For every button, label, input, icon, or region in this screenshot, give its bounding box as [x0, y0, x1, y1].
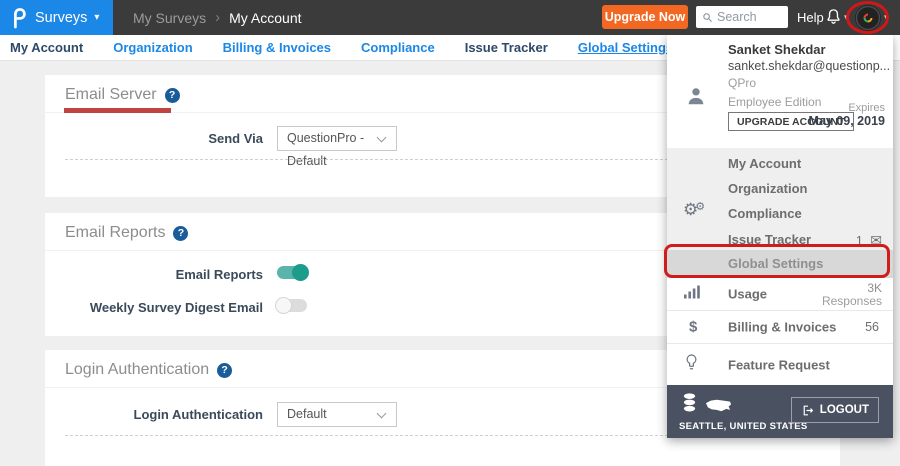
- usage-unit: Responses: [822, 294, 882, 308]
- tab-global-settings[interactable]: Global Settings: [578, 40, 673, 55]
- login-auth-heading: Login Authentication ?: [65, 361, 232, 379]
- billing-count: 56: [865, 320, 879, 334]
- tab-billing-invoices[interactable]: Billing & Invoices: [223, 40, 331, 55]
- usage-row[interactable]: Usage 3K Responses: [667, 278, 893, 311]
- email-server-heading: Email Server ?: [65, 86, 180, 104]
- gears-icon: ⚙⚙: [683, 200, 705, 220]
- weekly-digest-toggle-label: Weekly Survey Digest Email: [45, 300, 263, 315]
- help-question-icon[interactable]: ?: [217, 363, 232, 378]
- top-header: Surveys ▾ My Surveys › My Account Upgrad…: [0, 0, 900, 35]
- search-input[interactable]: [717, 10, 781, 24]
- send-via-select[interactable]: QuestionPro - Default: [277, 126, 397, 151]
- tab-organization[interactable]: Organization: [113, 40, 192, 55]
- logout-icon: [801, 404, 814, 417]
- breadcrumb-current: My Account: [229, 10, 301, 26]
- notifications-bell-icon[interactable]: [824, 7, 843, 32]
- user-avatar[interactable]: [855, 5, 881, 31]
- bar-chart-icon: [684, 285, 700, 304]
- breadcrumb: My Surveys › My Account: [133, 0, 302, 35]
- panel-footer: SEATTLE, UNITED STATES LOGOUT: [667, 385, 893, 438]
- search-box[interactable]: [696, 6, 788, 28]
- tab-issue-tracker[interactable]: Issue Tracker: [465, 40, 548, 55]
- weekly-digest-toggle[interactable]: [277, 299, 307, 312]
- logout-label: LOGOUT: [820, 404, 869, 416]
- billing-label: Billing & Invoices: [728, 320, 836, 335]
- help-link[interactable]: Help: [797, 0, 824, 35]
- feature-request-label: Feature Request: [728, 357, 830, 372]
- chevron-down-icon: [377, 409, 387, 419]
- chevron-down-icon: ▾: [94, 12, 99, 23]
- email-reports-title: Email Reports: [65, 224, 165, 242]
- billing-row[interactable]: $ Billing & Invoices 56: [667, 311, 893, 344]
- menu-item-my-account[interactable]: My Account: [728, 156, 801, 171]
- tab-compliance[interactable]: Compliance: [361, 40, 435, 55]
- usage-value: 3K: [867, 281, 882, 295]
- chevron-down-icon: [377, 133, 387, 143]
- user-info-section: Sanket Shekdar sanket.shekdar@questionp.…: [667, 35, 893, 148]
- email-server-title: Email Server: [65, 86, 157, 104]
- upgrade-now-button[interactable]: Upgrade Now: [602, 5, 688, 29]
- expires-label: Expires: [848, 102, 885, 114]
- product-menu-label: Surveys: [35, 10, 87, 26]
- person-icon: [685, 85, 707, 112]
- user-org: QPro: [728, 76, 756, 90]
- help-question-icon[interactable]: ?: [165, 88, 180, 103]
- email-reports-toggle[interactable]: [277, 266, 307, 279]
- user-email: sanket.shekdar@questionp...: [728, 59, 890, 73]
- breadcrumb-separator-icon: ›: [215, 9, 220, 26]
- login-auth-title: Login Authentication: [65, 361, 209, 379]
- menu-item-issue-tracker[interactable]: Issue Tracker: [728, 232, 811, 247]
- logout-button[interactable]: LOGOUT: [791, 397, 879, 423]
- breadcrumb-my-surveys[interactable]: My Surveys: [133, 10, 206, 26]
- send-via-value: QuestionPro - Default: [287, 131, 364, 168]
- envelope-icon: ✉: [870, 232, 882, 248]
- avatar-caret-icon[interactable]: ▾: [884, 12, 889, 23]
- toggle-knob: [292, 264, 309, 281]
- issue-tracker-badge[interactable]: 1 ✉: [856, 232, 882, 249]
- email-reports-toggle-label: Email Reports: [45, 267, 263, 282]
- questionpro-logo-icon: [10, 6, 28, 30]
- usage-label: Usage: [728, 287, 767, 302]
- login-auth-value: Default: [287, 407, 327, 421]
- user-name: Sanket Shekdar: [728, 42, 826, 57]
- usa-map-icon: [705, 397, 732, 418]
- datacenter-location: SEATTLE, UNITED STATES: [679, 421, 808, 432]
- menu-item-compliance[interactable]: Compliance: [728, 206, 802, 221]
- email-reports-heading: Email Reports ?: [65, 224, 188, 242]
- menu-item-organization[interactable]: Organization: [728, 181, 807, 196]
- email-server-annotation-underline: [64, 108, 171, 113]
- issue-tracker-count: 1: [856, 234, 863, 248]
- help-question-icon[interactable]: ?: [173, 226, 188, 241]
- license-edition: Employee Edition: [728, 95, 821, 109]
- dollar-icon: $: [689, 319, 697, 336]
- product-menu[interactable]: Surveys ▾: [0, 0, 113, 35]
- account-dropdown-panel: Sanket Shekdar sanket.shekdar@questionp.…: [667, 35, 893, 438]
- expires-date: May 09, 2019: [809, 114, 885, 128]
- menu-item-global-settings[interactable]: Global Settings: [667, 250, 893, 278]
- lightbulb-icon: [684, 353, 699, 377]
- questionpro-app: Surveys ▾ My Surveys › My Account Upgrad…: [0, 0, 900, 466]
- tab-my-account[interactable]: My Account: [10, 40, 83, 55]
- login-auth-select[interactable]: Default: [277, 402, 397, 427]
- login-auth-field-label: Login Authentication: [45, 407, 263, 422]
- feature-request-row[interactable]: Feature Request: [667, 344, 893, 385]
- bell-caret-icon[interactable]: ▾: [844, 12, 849, 23]
- search-icon: [702, 12, 713, 23]
- database-icon: [682, 392, 697, 419]
- settings-menu-group: ⚙⚙ My Account Organization Compliance Is…: [667, 148, 893, 278]
- send-via-label: Send Via: [45, 131, 263, 146]
- toggle-knob: [275, 297, 292, 314]
